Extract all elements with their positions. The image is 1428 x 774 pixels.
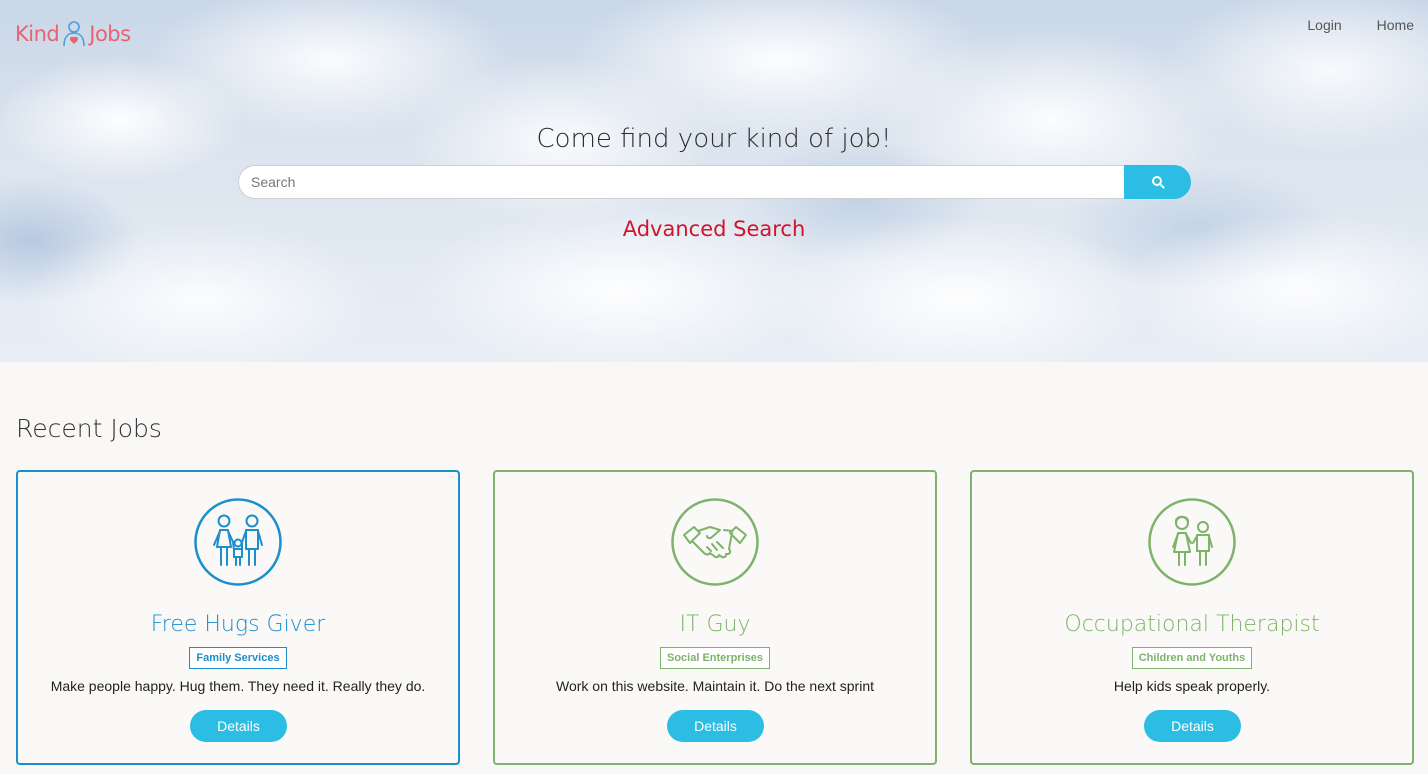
job-cards: Free Hugs Giver Family Services Make peo… — [16, 470, 1414, 765]
job-card: Occupational Therapist Children and Yout… — [970, 470, 1414, 765]
logo-text-left: Kind — [15, 22, 60, 46]
job-card: Free Hugs Giver Family Services Make peo… — [16, 470, 460, 765]
search-icon — [1151, 176, 1165, 189]
search-button[interactable] — [1124, 165, 1191, 199]
handshake-icon — [671, 498, 759, 586]
search-bar — [238, 165, 1191, 199]
search-input[interactable] — [238, 165, 1124, 199]
family-icon — [194, 498, 282, 586]
job-category-tag: Family Services — [189, 647, 287, 669]
top-nav: Login Home — [1307, 17, 1414, 33]
job-description: Help kids speak properly. — [1113, 678, 1271, 694]
logo-text-right: Jobs — [89, 22, 131, 46]
advanced-search-link[interactable]: Advanced Search — [0, 217, 1428, 241]
logo-person-heart-icon — [63, 21, 86, 47]
job-card: IT Guy Social Enterprises Work on this w… — [493, 470, 937, 765]
job-category-tag: Social Enterprises — [660, 647, 770, 669]
hero-banner: Kind Jobs Login Home Come find your kind… — [0, 0, 1428, 362]
details-button[interactable]: Details — [190, 710, 287, 742]
details-button[interactable]: Details — [1144, 710, 1241, 742]
logo[interactable]: Kind Jobs — [15, 20, 131, 48]
job-category-tag: Children and Youths — [1131, 647, 1253, 669]
job-title[interactable]: Occupational Therapist — [972, 612, 1412, 637]
recent-jobs-heading: Recent Jobs — [16, 414, 162, 443]
job-title[interactable]: Free Hugs Giver — [18, 612, 458, 637]
job-description: Work on this website. Maintain it. Do th… — [556, 678, 874, 694]
nav-login-link[interactable]: Login — [1307, 17, 1341, 33]
job-description: Make people happy. Hug them. They need i… — [50, 678, 426, 694]
details-button[interactable]: Details — [667, 710, 764, 742]
nav-home-link[interactable]: Home — [1377, 17, 1414, 33]
children-icon — [1148, 498, 1236, 586]
job-title[interactable]: IT Guy — [495, 612, 935, 637]
hero-title: Come find your kind of job! — [536, 124, 892, 154]
